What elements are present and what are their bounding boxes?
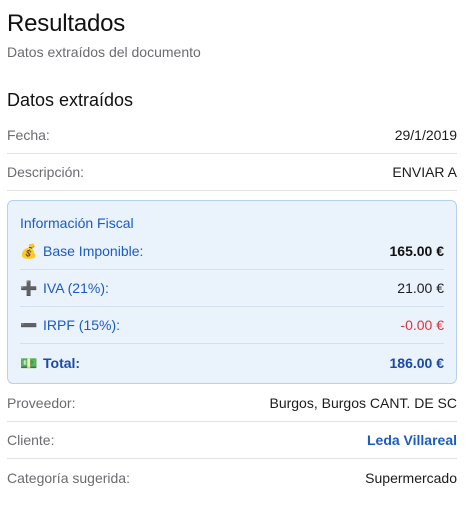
fiscal-value-irpf: -0.00 €	[400, 317, 444, 333]
fiscal-value-base-imponible: 165.00 €	[389, 243, 445, 259]
fiscal-label-irpf: IRPF (15%):	[43, 317, 121, 333]
page-subtitle: Datos extraídos del documento	[7, 44, 201, 60]
section-title: Datos extraídos	[7, 90, 134, 110]
field-row-categoria: Categoría sugerida: Supermercado	[7, 459, 457, 496]
field-value-categoria: Supermercado	[365, 469, 457, 486]
fiscal-row-iva: ➕ IVA (21%): 21.00 €	[20, 270, 444, 307]
field-value-descripcion: ENVIAR A	[392, 164, 457, 180]
field-value-proveedor: Burgos, Burgos CANT. DE SC	[269, 395, 457, 411]
money-bag-icon: 💰	[20, 243, 38, 259]
field-label-categoria: Categoría sugerida:	[7, 469, 130, 486]
fiscal-row-total: 💵 Total: 186.00 €	[20, 344, 444, 381]
fiscal-row-base-imponible: 💰 Base Imponible: 165.00 €	[20, 233, 444, 270]
fiscal-label-total: Total:	[43, 354, 81, 371]
field-row-cliente: Cliente: Leda Villareal	[7, 422, 457, 459]
banknote-icon: 💵	[20, 354, 38, 371]
fiscal-value-total: 186.00 €	[389, 354, 445, 371]
field-row-fecha: Fecha: 29/1/2019	[7, 117, 457, 154]
fiscal-label-base-imponible: Base Imponible:	[43, 243, 144, 259]
fiscal-label-iva: IVA (21%):	[43, 280, 109, 296]
fiscal-value-iva: 21.00 €	[397, 280, 444, 296]
fiscal-info-panel: Información Fiscal 💰 Base Imponible: 165…	[7, 200, 457, 384]
client-link[interactable]: Leda Villareal	[367, 432, 457, 448]
field-label-fecha: Fecha:	[7, 127, 50, 143]
field-row-descripcion: Descripción: ENVIAR A	[7, 154, 457, 191]
field-label-descripcion: Descripción:	[7, 164, 85, 180]
field-row-proveedor: Proveedor: Burgos, Burgos CANT. DE SC	[7, 385, 457, 422]
page-title: Resultados	[7, 10, 126, 37]
minus-icon: ➖	[20, 317, 38, 333]
field-label-proveedor: Proveedor:	[7, 395, 76, 411]
fiscal-info-title: Información Fiscal	[20, 215, 134, 231]
plus-icon: ➕	[20, 280, 38, 296]
fiscal-row-irpf: ➖ IRPF (15%): -0.00 €	[20, 307, 444, 344]
field-label-cliente: Cliente:	[7, 432, 55, 448]
field-value-fecha: 29/1/2019	[394, 127, 457, 143]
